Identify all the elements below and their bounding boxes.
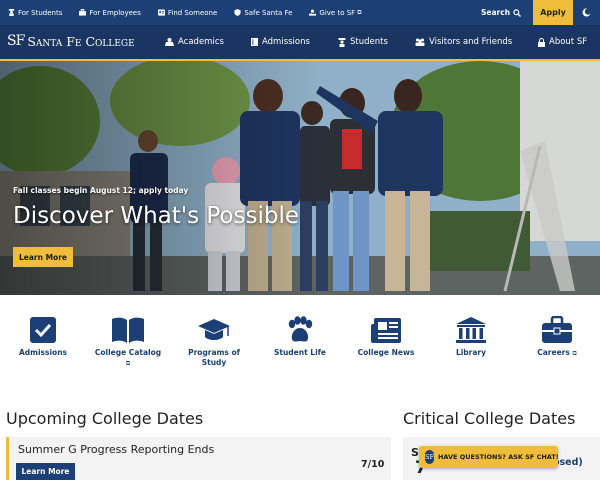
nav-item-academics[interactable]: Academics: [165, 25, 224, 59]
logo-mark: SF: [7, 33, 25, 49]
utility-link-label: For Employees: [89, 8, 141, 17]
college-logo[interactable]: SF Santa Fe College: [7, 33, 135, 49]
donate-icon: [309, 9, 317, 16]
toolbox-icon: [542, 316, 572, 343]
quick-links: Admissions College Catalog ⧉ Programs of …: [0, 295, 600, 395]
quick-link-label: College Catalog ⧉: [95, 348, 161, 369]
people-icon: [415, 38, 425, 46]
nav-item-label: Visitors and Friends: [429, 37, 513, 47]
shield-icon: [234, 9, 241, 16]
contrast-toggle-button[interactable]: [573, 0, 600, 25]
nav-item-students[interactable]: Students: [338, 25, 388, 59]
utility-link-label: Safe Santa Fe: [244, 8, 293, 17]
utility-link-label: For Students: [18, 8, 63, 17]
book-icon: [251, 38, 258, 46]
search-button[interactable]: Search: [481, 0, 522, 25]
quick-link-label-text: College Catalog: [94, 348, 162, 357]
library-icon: [456, 317, 486, 343]
briefcase-icon: [79, 9, 87, 16]
quick-link-label: College News: [357, 348, 415, 357]
critical-dates-heading: Critical College Dates: [403, 409, 576, 428]
hero-kicker: Fall classes begin August 12; apply toda…: [13, 186, 189, 195]
utility-link-label: Give to SF: [319, 8, 356, 17]
quick-link-student-life[interactable]: Student Life: [257, 316, 343, 358]
nav-item-label: Students: [350, 37, 388, 47]
nav-item-label: Academics: [178, 37, 224, 47]
academics-icon: [165, 38, 174, 46]
nav-item-admissions[interactable]: Admissions: [251, 25, 310, 59]
search-label: Search: [481, 8, 511, 17]
quick-link-label: Programs of Study: [188, 348, 240, 367]
quick-link-admissions[interactable]: Admissions: [0, 316, 86, 358]
upcoming-dates-heading: Upcoming College Dates: [6, 409, 204, 428]
main-navigation: SF Santa Fe College Academics Admissions…: [0, 25, 600, 59]
graduation-cap-icon: [198, 319, 230, 340]
checkbox-icon: [30, 317, 56, 343]
quick-link-label-text: Careers: [537, 348, 570, 357]
event-learn-more-button[interactable]: Learn More: [16, 463, 75, 480]
quick-link-college-news[interactable]: College News: [343, 316, 429, 358]
quick-link-library[interactable]: Library: [428, 316, 514, 358]
id-card-icon: [157, 9, 165, 16]
nav-item-label: About SF: [549, 37, 588, 47]
quick-link-label: Careers ⧉: [537, 348, 577, 359]
chat-widget-button[interactable]: SF HAVE QUESTIONS? ASK SF CHAT!: [419, 446, 559, 468]
lock-icon: [538, 37, 545, 47]
external-link-icon: ⧉: [572, 350, 577, 357]
utility-bar: For Students For Employees Find Someone …: [0, 0, 600, 25]
hero-title: Discover What's Possible: [13, 203, 299, 229]
student-icon: [8, 9, 15, 16]
quick-link-careers[interactable]: Careers ⧉: [514, 316, 600, 359]
quick-link-label: Admissions: [18, 348, 67, 357]
utility-link-safe-santa-fe[interactable]: Safe Santa Fe: [234, 9, 292, 17]
utility-links: For Students For Employees Find Someone …: [8, 0, 378, 25]
hero-banner: Fall classes begin August 12; apply toda…: [0, 61, 600, 295]
contrast-icon: [582, 8, 591, 17]
apply-button[interactable]: Apply: [533, 0, 573, 25]
chat-logo: SF: [425, 450, 434, 464]
utility-link-for-students[interactable]: For Students: [8, 9, 62, 17]
newspaper-icon: [371, 318, 401, 343]
utility-link-for-employees[interactable]: For Employees: [79, 8, 141, 17]
quick-link-programs-of-study[interactable]: Programs of Study: [171, 316, 257, 368]
nav-item-visitors-and-friends[interactable]: Visitors and Friends: [415, 25, 512, 59]
paw-icon: [288, 316, 313, 342]
chat-label: HAVE QUESTIONS? ASK SF CHAT!: [437, 453, 559, 461]
event-date: 7/10: [361, 459, 385, 470]
nav-item-label: Admissions: [262, 37, 310, 47]
external-link-icon: ⧉: [125, 360, 131, 367]
quick-link-college-catalog[interactable]: College Catalog ⧉: [85, 316, 171, 369]
quick-link-label: Library: [455, 348, 487, 357]
open-book-icon: [112, 317, 144, 343]
utility-link-label: Find Someone: [167, 8, 218, 17]
event-title: Summer G Progress Reporting Ends: [18, 443, 215, 456]
utility-link-give-to-sf[interactable]: Give to SF ⧉: [309, 9, 361, 17]
external-link-icon: ⧉: [357, 8, 362, 16]
event-card: Summer G Progress Reporting Ends Learn M…: [6, 437, 391, 480]
utility-link-find-someone[interactable]: Find Someone: [157, 8, 218, 17]
search-icon: [513, 8, 522, 17]
nav-item-about-sf[interactable]: About SF: [538, 25, 587, 59]
student-icon: [338, 37, 346, 47]
quick-link-label: Student Life: [273, 348, 327, 357]
hero-learn-more-button[interactable]: Learn More: [13, 247, 73, 267]
logo-text: Santa Fe College: [27, 33, 135, 49]
